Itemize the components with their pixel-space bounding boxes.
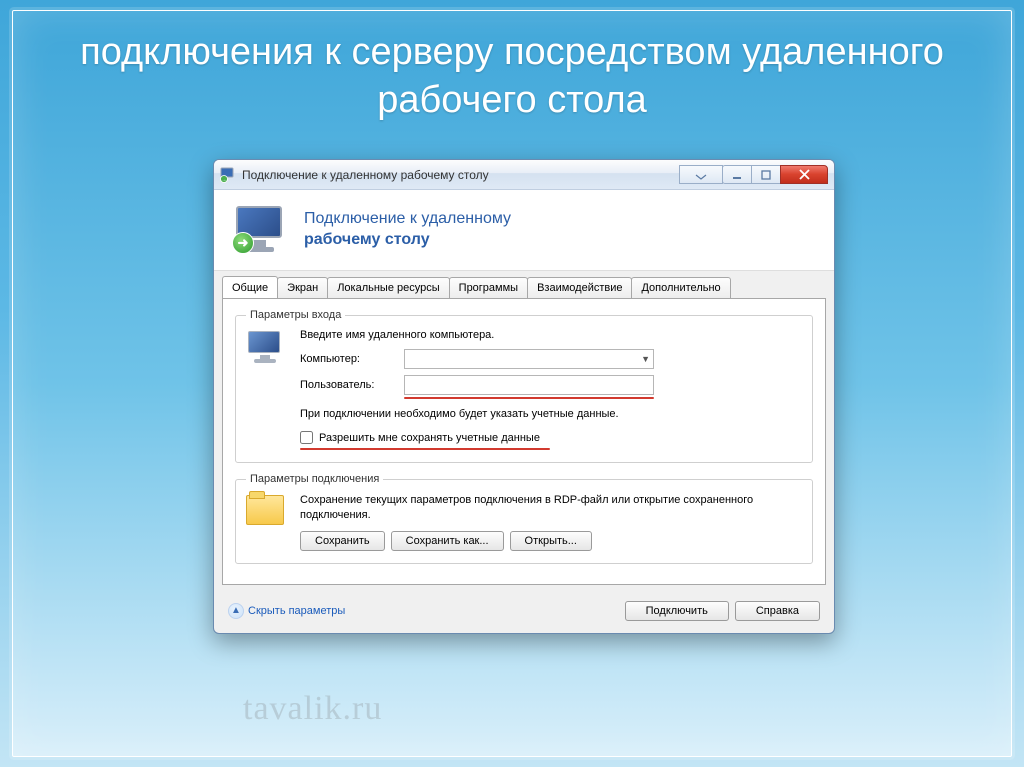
svg-text:→: → <box>222 177 227 183</box>
folder-icon <box>246 495 284 525</box>
dialog-footer: ▲ Скрыть параметры Подключить Справка <box>214 593 834 633</box>
connection-text: Сохранение текущих параметров подключени… <box>300 493 802 523</box>
save-as-button[interactable]: Сохранить как... <box>391 531 504 551</box>
annotation-underline-2 <box>300 448 550 450</box>
header-line1: Подключение к удаленному <box>304 209 511 230</box>
window-title: Подключение к удаленному рабочему столу <box>242 168 680 182</box>
save-button[interactable]: Сохранить <box>300 531 385 551</box>
rdp-icon: ➜ <box>232 204 290 256</box>
hide-options-link[interactable]: ▲ Скрыть параметры <box>228 603 345 619</box>
connection-group: Параметры подключения Сохранение текущих… <box>235 473 813 564</box>
header-line2: рабочему столу <box>304 230 511 251</box>
slide-title: подключения к серверу посредством удален… <box>13 29 1011 124</box>
tab-programs[interactable]: Программы <box>449 277 528 298</box>
rdp-window: → Подключение к удаленному рабочему стол… <box>213 159 835 634</box>
minimize-button[interactable] <box>722 165 752 184</box>
computer-icon <box>246 331 284 365</box>
tab-local-resources[interactable]: Локальные ресурсы <box>327 277 449 298</box>
watermark: tavalik.ru <box>243 690 382 728</box>
annotation-underline <box>404 397 654 399</box>
connect-button[interactable]: Подключить <box>625 601 729 621</box>
tab-advanced[interactable]: Дополнительно <box>631 277 730 298</box>
user-field[interactable] <box>404 375 654 395</box>
login-group: Параметры входа Введите имя удаленного к… <box>235 309 813 463</box>
close-button[interactable] <box>780 165 828 184</box>
tab-strip: Общие Экран Локальные ресурсы Программы … <box>214 271 834 298</box>
titlebar[interactable]: → Подключение к удаленному рабочему стол… <box>214 160 834 190</box>
help-window-button[interactable] <box>679 165 723 184</box>
tab-panel-general: Параметры входа Введите имя удаленного к… <box>222 298 826 585</box>
dialog-header: ➜ Подключение к удаленному рабочему стол… <box>214 190 834 271</box>
tab-general[interactable]: Общие <box>222 276 278 298</box>
computer-label: Компьютер: <box>300 353 396 365</box>
collapse-icon: ▲ <box>228 603 244 619</box>
connection-legend: Параметры подключения <box>246 473 383 485</box>
tab-display[interactable]: Экран <box>277 277 328 298</box>
computer-combo[interactable]: ▼ <box>404 349 654 369</box>
save-credentials-checkbox[interactable] <box>300 431 313 444</box>
save-credentials-label: Разрешить мне сохранять учетные данные <box>319 432 540 444</box>
maximize-button[interactable] <box>751 165 781 184</box>
app-icon: → <box>220 167 236 183</box>
tab-experience[interactable]: Взаимодействие <box>527 277 632 298</box>
login-instruction: Введите имя удаленного компьютера. <box>300 329 802 341</box>
help-button[interactable]: Справка <box>735 601 820 621</box>
login-legend: Параметры входа <box>246 309 345 321</box>
login-note: При подключении необходимо будет указать… <box>300 407 802 421</box>
chevron-down-icon: ▼ <box>641 354 650 364</box>
open-button[interactable]: Открыть... <box>510 531 592 551</box>
user-label: Пользователь: <box>300 379 396 391</box>
